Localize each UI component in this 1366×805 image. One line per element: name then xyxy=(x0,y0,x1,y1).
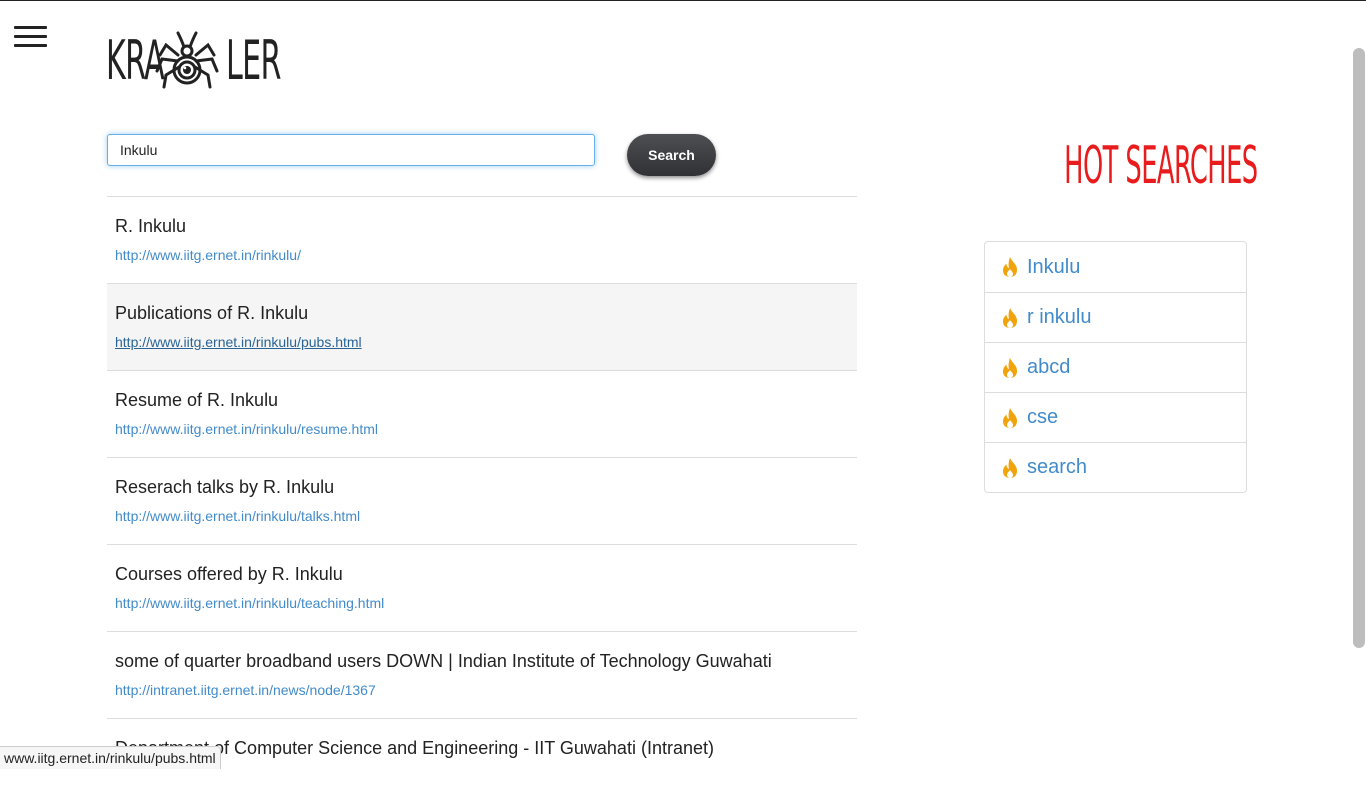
result-title[interactable]: Department of Computer Science and Engin… xyxy=(115,737,849,759)
result-item[interactable]: R. Inkulu http://www.iitg.ernet.in/rinku… xyxy=(107,196,857,283)
result-item[interactable]: some of quarter broadband users DOWN | I… xyxy=(107,631,857,718)
logo[interactable]: KRA LER xyxy=(106,24,286,96)
result-title[interactable]: R. Inkulu xyxy=(115,215,849,237)
fire-icon xyxy=(1003,457,1017,478)
search-results: R. Inkulu http://www.iitg.ernet.in/rinku… xyxy=(107,196,857,805)
window-top-border xyxy=(0,0,1366,1)
hot-search-label: abcd xyxy=(1027,356,1071,378)
result-url[interactable]: http://www.iitg.ernet.in/rinkulu/resume.… xyxy=(115,421,378,437)
result-title[interactable]: Resume of R. Inkulu xyxy=(115,389,849,411)
hot-search-item[interactable]: abcd xyxy=(985,342,1246,392)
result-item[interactable]: Courses offered by R. Inkulu http://www.… xyxy=(107,544,857,631)
menu-icon-bar xyxy=(14,26,47,29)
result-title[interactable]: Publications of R. Inkulu xyxy=(115,302,849,324)
result-url[interactable]: http://www.iitg.ernet.in/rinkulu/talks.h… xyxy=(115,508,360,524)
fire-icon xyxy=(1003,257,1017,277)
logo-text-right: LER xyxy=(226,28,281,92)
result-item[interactable]: Resume of R. Inkulu http://www.iitg.erne… xyxy=(107,370,857,457)
hot-search-item[interactable]: search xyxy=(985,442,1246,492)
hot-searches-title: HOT SEARCHES xyxy=(985,136,1258,196)
logo-text-left: KRA xyxy=(106,28,165,92)
hot-search-label: cse xyxy=(1027,406,1059,428)
fire-icon xyxy=(1003,407,1017,428)
hot-search-item[interactable]: Inkulu xyxy=(985,242,1246,292)
hot-search-label: r inkulu xyxy=(1027,306,1092,328)
hot-search-label: search xyxy=(1027,456,1088,478)
result-url[interactable]: http://www.iitg.ernet.in/rinkulu/ xyxy=(115,247,301,263)
menu-icon-bar xyxy=(14,35,47,38)
result-title[interactable]: Courses offered by R. Inkulu xyxy=(115,563,849,585)
search-button[interactable]: Search xyxy=(627,134,716,176)
result-title[interactable]: Reserach talks by R. Inkulu xyxy=(115,476,849,498)
menu-icon-bar xyxy=(14,44,47,47)
hot-searches-title-text: HOT SEARCHES xyxy=(1064,136,1258,196)
result-item[interactable]: Reserach talks by R. Inkulu http://www.i… xyxy=(107,457,857,544)
search-input[interactable] xyxy=(107,134,595,166)
result-title[interactable]: some of quarter broadband users DOWN | I… xyxy=(115,650,849,672)
link-status-bar: www.iitg.ernet.in/rinkulu/pubs.html xyxy=(0,746,221,769)
result-url[interactable]: http://intranet.iitg.ernet.in/news/node/… xyxy=(115,682,376,698)
fire-icon xyxy=(1003,307,1017,328)
scrollbar-thumb[interactable] xyxy=(1353,48,1365,648)
result-url[interactable]: http://www.iitg.ernet.in/rinkulu/pubs.ht… xyxy=(115,334,362,350)
result-url[interactable]: http://www.iitg.ernet.in/rinkulu/teachin… xyxy=(115,595,384,611)
menu-icon[interactable] xyxy=(14,26,47,50)
hot-search-label: Inkulu xyxy=(1027,255,1081,278)
fire-icon xyxy=(1003,357,1017,378)
result-item[interactable]: Publications of R. Inkulu http://www.iit… xyxy=(107,283,857,370)
hot-search-item[interactable]: cse xyxy=(985,392,1246,442)
hot-search-item[interactable]: r inkulu xyxy=(985,292,1246,342)
hot-searches-list: Inkulu r inkulu abcd cse search xyxy=(984,241,1247,493)
